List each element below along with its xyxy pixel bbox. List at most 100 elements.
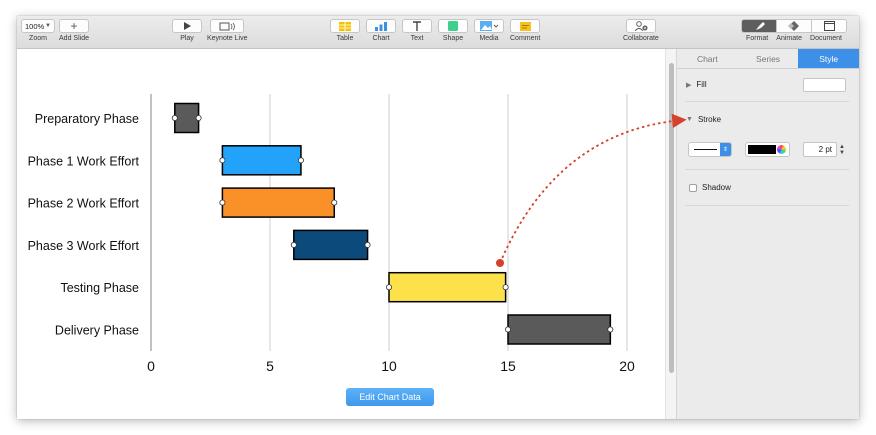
collaborate-btn[interactable]: [625, 19, 656, 33]
color-wheel-icon[interactable]: [777, 145, 786, 154]
edit-chart-data-button[interactable]: Edit Chart Data: [346, 388, 434, 406]
shape-label: Shape: [442, 35, 464, 42]
keynote-live-label: Keynote Live: [207, 35, 248, 42]
category-label: Delivery Phase: [55, 324, 139, 338]
divider: [685, 169, 849, 170]
selection-handle: [219, 157, 226, 164]
stroke-section-toggle[interactable]: ▼ Stroke: [686, 115, 721, 124]
shape-icon: [448, 21, 458, 31]
format-button[interactable]: [742, 20, 776, 32]
vertical-scrollbar[interactable]: [665, 49, 677, 419]
chart-btn[interactable]: [366, 19, 396, 33]
fill-color-well[interactable]: [803, 78, 846, 92]
comment-btn[interactable]: [510, 19, 541, 33]
document-label: Document: [810, 35, 842, 42]
collaborate-button[interactable]: Collaborate: [623, 19, 659, 43]
text-icon: [413, 21, 421, 31]
gantt-bar: [293, 229, 369, 261]
selection-handle: [171, 115, 178, 122]
play-button[interactable]: Play: [172, 19, 202, 43]
shape-btn[interactable]: [438, 19, 468, 33]
gantt-chart[interactable]: 0 5 10 15 20 Preparatory Phase Phase 1 Work Ef…: [17, 49, 665, 419]
category-label: Preparatory Phase: [35, 112, 139, 126]
x-tick-label: 15: [500, 358, 516, 374]
stroke-width-stepper[interactable]: ▲ ▼: [838, 142, 846, 157]
gantt-bar: [388, 271, 507, 303]
selection-handle: [607, 326, 614, 333]
inspector-mode-control: Format Animate Document: [741, 19, 847, 43]
stepper-down-icon: ▼: [839, 149, 845, 156]
animate-button[interactable]: [776, 20, 811, 32]
selection-handle: [195, 115, 202, 122]
keynote-live-button[interactable]: Keynote Live: [207, 19, 247, 43]
x-tick-label: 10: [381, 358, 397, 374]
text-label: Text: [410, 35, 424, 42]
category-label: Phase 2 Work Effort: [28, 197, 140, 211]
selection-handle: [297, 157, 304, 164]
line-sample: [694, 149, 717, 150]
shadow-label: Shadow: [702, 183, 731, 192]
media-button[interactable]: Media: [474, 19, 504, 43]
shape-button[interactable]: Shape: [438, 19, 468, 43]
chevron-down-icon: ▼: [45, 23, 51, 29]
zoom-value: 100%: [25, 21, 45, 31]
zoom-control[interactable]: 100% ▼ Zoom: [21, 19, 55, 43]
tab-style[interactable]: Style: [798, 49, 859, 68]
stroke-color-well[interactable]: [745, 142, 790, 157]
text-btn[interactable]: [402, 19, 432, 33]
collaborate-label: Collaborate: [623, 35, 659, 42]
selection-handle: [504, 326, 511, 333]
animate-icon: [788, 21, 799, 31]
x-tick-label: 0: [147, 358, 155, 374]
media-icon: [480, 21, 498, 31]
gantt-bar: [221, 145, 302, 176]
add-slide-button[interactable]: + Add Slide: [59, 19, 89, 43]
play-icon: [184, 22, 191, 30]
keynote-live-btn[interactable]: [210, 19, 245, 33]
stroke-style-popup[interactable]: ⇕: [688, 142, 732, 157]
stroke-width-field[interactable]: 2 pt: [803, 142, 837, 157]
keynote-window: 100% ▼ Zoom + Add Slide Play Keynote Liv…: [17, 16, 859, 419]
tab-chart[interactable]: Chart: [677, 49, 738, 68]
gantt-bar: [221, 187, 336, 218]
paintbrush-icon: [755, 22, 765, 30]
document-icon: [823, 21, 835, 31]
selection-handle: [385, 284, 392, 291]
format-label: Format: [746, 35, 769, 42]
zoom-label: Zoom: [29, 35, 47, 42]
category-label: Phase 1 Work Effort: [28, 154, 140, 168]
media-btn[interactable]: [474, 19, 504, 33]
fill-label: Fill: [696, 80, 707, 89]
selection-handle: [502, 284, 509, 291]
popup-arrows-icon: ⇕: [720, 143, 731, 156]
shadow-checkbox[interactable]: [689, 183, 697, 192]
add-slide-btn[interactable]: +: [59, 19, 89, 33]
play-btn[interactable]: [172, 19, 202, 33]
keynote-live-icon: [219, 22, 236, 30]
fill-section-toggle[interactable]: ▶ Fill: [686, 80, 707, 89]
stroke-label: Stroke: [697, 115, 722, 124]
plus-icon: +: [70, 19, 78, 33]
tab-series[interactable]: Series: [738, 49, 799, 68]
table-button[interactable]: Table: [330, 19, 360, 43]
table-btn[interactable]: [330, 19, 360, 33]
x-tick-label: 20: [619, 358, 635, 374]
shadow-row[interactable]: Shadow: [689, 183, 731, 192]
scrollbar-thumb[interactable]: [669, 63, 674, 373]
zoom-popup[interactable]: 100% ▼: [21, 19, 55, 33]
table-label: Table: [336, 35, 354, 42]
text-button[interactable]: Text: [402, 19, 432, 43]
document-button[interactable]: [811, 20, 846, 32]
media-label: Media: [479, 35, 499, 42]
chart-button[interactable]: Chart: [366, 19, 396, 43]
add-slide-label: Add Slide: [59, 35, 89, 42]
category-label: Testing Phase: [60, 281, 139, 295]
disclosure-down-icon: ▼: [686, 116, 693, 123]
chart-icon: [375, 21, 387, 31]
inspector-mode-segmented: [741, 19, 847, 33]
animate-label: Animate: [776, 35, 802, 42]
comment-button[interactable]: Comment: [510, 19, 540, 43]
comment-icon: [519, 21, 531, 31]
divider: [685, 205, 849, 206]
chart-label: Chart: [372, 35, 390, 42]
